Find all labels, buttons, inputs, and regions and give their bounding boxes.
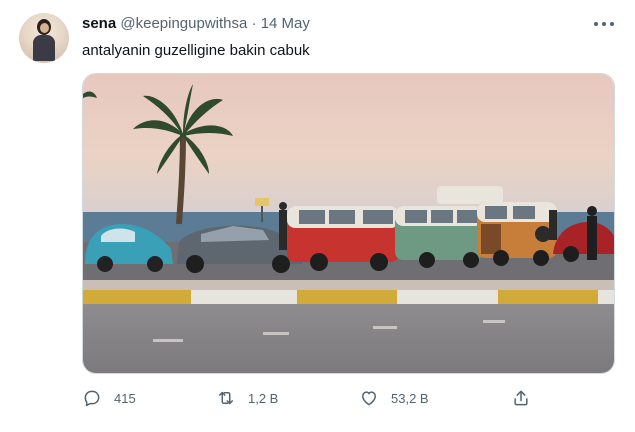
heart-icon: [362, 391, 376, 406]
tweet-photo[interactable]: [82, 73, 615, 374]
retweet-count: 1,2 B: [248, 390, 279, 406]
tweet-actions: 415 1,2 B 53,2 B: [82, 386, 542, 410]
like-button[interactable]: 53,2 B: [359, 386, 429, 410]
user-display-name[interactable]: sena: [82, 15, 116, 32]
reply-count: 415: [114, 390, 136, 406]
separator-dot: ·: [251, 15, 257, 32]
more-options-button[interactable]: [592, 14, 616, 34]
retweet-button[interactable]: 1,2 B: [216, 386, 278, 410]
tweet-header: sena @keepingupwithsa · 14 May: [82, 15, 310, 33]
retweet-icon: [219, 391, 233, 405]
tweet-card[interactable]: sena @keepingupwithsa · 14 May antalyani…: [0, 0, 635, 432]
avatar[interactable]: [19, 13, 69, 63]
reply-button[interactable]: 415: [82, 386, 136, 410]
user-handle[interactable]: @keepingupwithsa: [120, 15, 247, 32]
more-icon: [594, 22, 598, 26]
tweet-text: antalyanin guzelligine bakin cabuk: [82, 42, 310, 59]
like-count: 53,2 B: [391, 390, 429, 406]
share-button[interactable]: [511, 386, 531, 410]
tweet-date[interactable]: 14 May: [261, 15, 310, 32]
reply-icon: [84, 390, 100, 407]
share-icon: [514, 390, 528, 406]
